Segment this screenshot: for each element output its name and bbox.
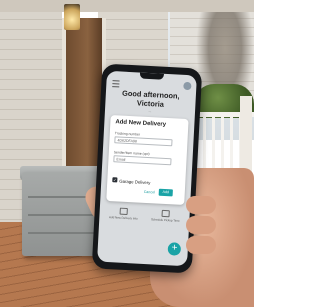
schedule-pickup-action[interactable]: Schedule Pickup Time	[147, 209, 184, 223]
bottom-actions: Add New Delivery Info Schedule Pickup Ti…	[98, 207, 189, 242]
finger	[186, 216, 216, 234]
menu-icon[interactable]	[112, 80, 120, 88]
garage-delivery-label: Garage Delivery	[119, 178, 151, 185]
finger	[186, 236, 216, 254]
tracking-input[interactable]: 4D62DFA98	[114, 136, 173, 147]
schedule-pickup-action-label: Schedule Pickup Time	[150, 217, 180, 223]
sender-input[interactable]: Email	[113, 155, 172, 166]
porch-ceiling	[0, 0, 254, 12]
add-delivery-action[interactable]: Add New Delivery Info	[105, 207, 142, 221]
garage-delivery-checkbox[interactable]: ✓	[112, 177, 118, 183]
add-button[interactable]: Add	[158, 188, 173, 197]
dialog-title: Add New Delivery	[115, 119, 167, 128]
box-slat	[28, 232, 94, 234]
check-icon: ✓	[113, 177, 117, 183]
phone-screen: Good afternoon, Victoria ... Add New Del…	[97, 70, 197, 267]
phone-notch	[139, 72, 164, 80]
finger	[186, 196, 216, 214]
add-fab-button[interactable]: +	[167, 242, 182, 256]
avatar[interactable]	[183, 81, 192, 91]
cancel-button[interactable]: Cancel	[144, 190, 155, 195]
package-icon	[161, 209, 170, 218]
box-slat	[28, 214, 94, 216]
add-delivery-action-label: Add New Delivery Info	[108, 215, 138, 221]
porch-lamp	[64, 4, 80, 30]
add-delivery-dialog: Add New Delivery Tracking number 4D62DFA…	[106, 115, 189, 205]
truck-icon	[119, 207, 128, 216]
